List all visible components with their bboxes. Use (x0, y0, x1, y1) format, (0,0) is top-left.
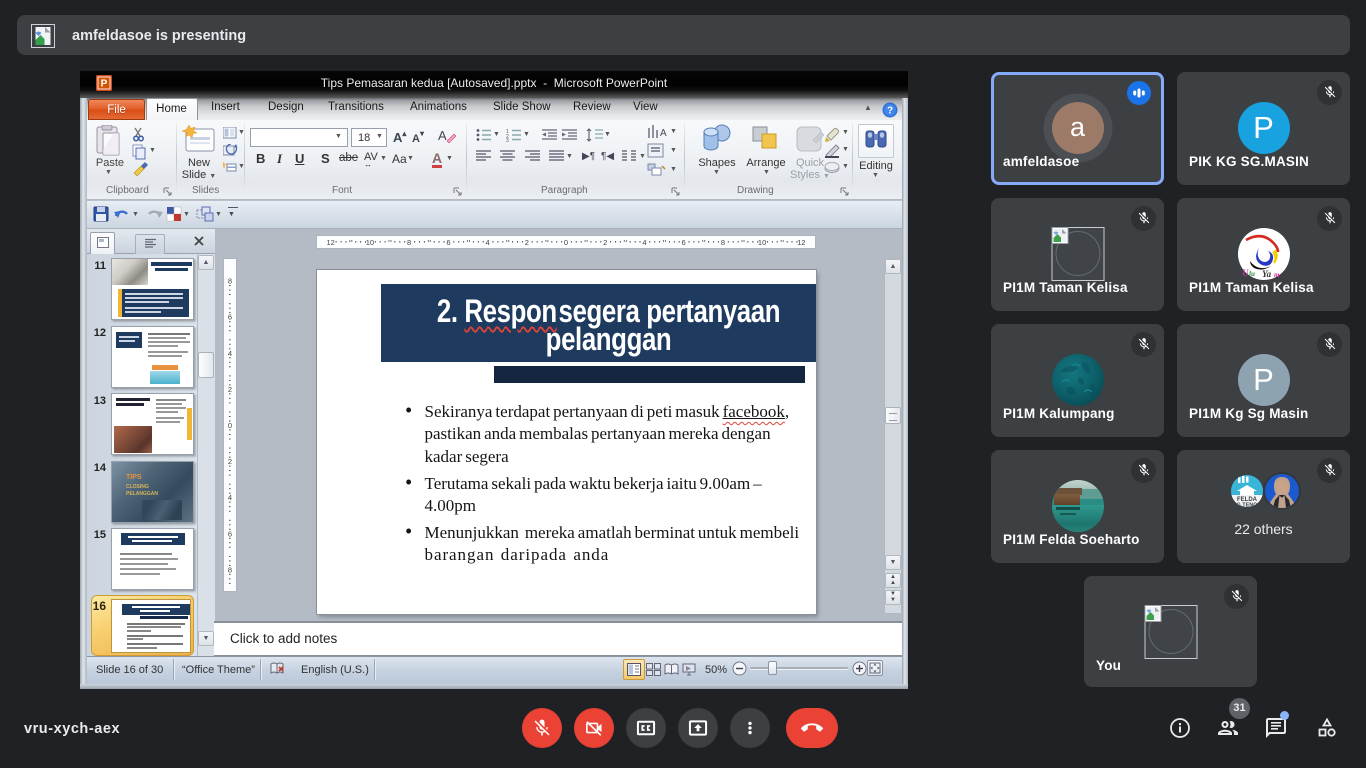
svg-text:U: U (1242, 268, 1249, 278)
svg-text:G.TENG: G.TENG (1236, 502, 1257, 507)
svg-text:Ya: Ya (1262, 269, 1272, 279)
svg-text:lu: lu (1249, 270, 1255, 278)
svg-text:m: m (1274, 271, 1280, 279)
